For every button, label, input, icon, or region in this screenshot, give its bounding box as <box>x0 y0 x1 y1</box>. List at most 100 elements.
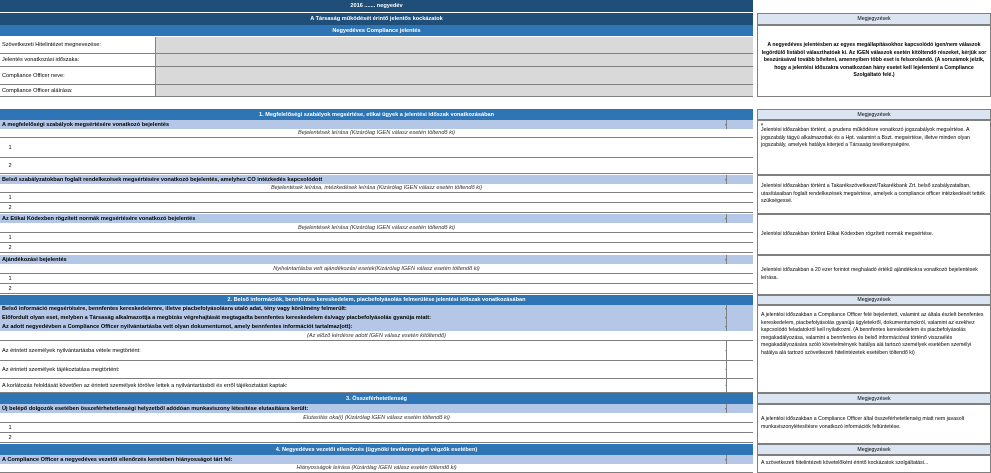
remarks-header-text: Megjegyzések <box>857 16 891 22</box>
row-number: 2 <box>8 162 12 169</box>
row-number: 2 <box>8 204 12 211</box>
section-3-title[interactable]: 3. Összeférhetetlenség <box>0 393 753 404</box>
report-period-field[interactable] <box>155 54 753 66</box>
info-label: Jelentés vonatkozási időszaka: <box>2 57 80 63</box>
answer-select[interactable] <box>726 255 753 264</box>
remarks-header[interactable]: Megjegyzések <box>757 444 991 455</box>
s2-q5[interactable]: Az érintett személyek tájékoztatása megt… <box>0 361 753 379</box>
s3-note[interactable]: Elutasítás oka(i) (Kizárólag IGEN válasz… <box>0 413 753 423</box>
section-3-title-text: 3. Összeférhetetlenség <box>346 395 407 402</box>
answer-select[interactable] <box>726 341 753 360</box>
s2-q4[interactable]: Az érintett személyek nyilvántartásba vé… <box>0 341 753 361</box>
remarks-header[interactable]: Megjegyzések <box>757 109 991 120</box>
s2-q2[interactable]: Előfordult olyan eset, melyben a Társasá… <box>0 313 753 322</box>
s1-c-question[interactable]: Az Etikai Kódexben rögzített normák megs… <box>0 214 753 223</box>
section-2-title-text: 2. Belső információk, bennfentes kereske… <box>227 297 526 303</box>
info-row-officer[interactable]: Compliance Officer neve: <box>0 67 753 85</box>
row-number: 1 <box>8 275 12 282</box>
s1-a-note[interactable]: Bejelentések leírása (Kizárólag IGEN vál… <box>0 129 753 138</box>
remarks-text: A jelentési időszakban a Compliance Offi… <box>761 416 965 430</box>
question-label: Ajándékozási bejelentés <box>2 256 67 263</box>
answer-select[interactable] <box>726 455 753 464</box>
info-row-signature[interactable]: Compliance Officer aláírása: <box>0 85 753 97</box>
question-label: Az adott negyedévben a Compliance Office… <box>2 323 353 330</box>
remarks-text: Jelentési időszakban történt Etikai Kóde… <box>761 230 934 237</box>
remarks-header-text: Megjegyzések <box>857 395 891 402</box>
answer-select[interactable] <box>726 404 753 413</box>
s1-b-row-1[interactable]: 1 <box>0 193 753 203</box>
answer-select[interactable] <box>726 214 753 223</box>
period-header[interactable]: 2016 ....... negyedév <box>0 0 753 12</box>
section-1-title[interactable]: 1. Megfelelőségi szabályok megsértése, e… <box>0 109 753 120</box>
s1-a-row-1[interactable]: 1 <box>0 138 753 158</box>
remarks-s1-a[interactable]: Jelentési időszakban történt, a prudens … <box>757 120 991 175</box>
answer-select[interactable] <box>726 379 753 392</box>
answer-select[interactable] <box>726 175 753 184</box>
s1-d-note[interactable]: Nyilvántartásba vett ajándékozási esetek… <box>0 264 753 274</box>
s2-q6[interactable]: A korlátozás feloldását követően az érin… <box>0 379 753 393</box>
section-2-title[interactable]: 2. Belső információk, bennfentes kereske… <box>0 295 753 305</box>
section-4-title[interactable]: 4. Negyedéves vezetői ellenőrzés (ügynök… <box>0 444 753 455</box>
info-row-institution[interactable]: Szövetkezeti Hitelintézet megnevezése: <box>0 37 753 54</box>
remarks-s1-b[interactable]: Jelentési időszakban történt a Takaréksz… <box>757 175 991 214</box>
answer-select[interactable] <box>726 313 753 322</box>
s1-a-question[interactable]: A megfelelőségi szabályok megsértésére v… <box>0 120 753 129</box>
note-text: Bejelentések leírása, intézkedések leírá… <box>270 185 483 191</box>
s1-b-question[interactable]: Belső szabályzatokban foglalt rendelkezé… <box>0 175 753 184</box>
remarks-header[interactable]: Megjegyzések <box>757 393 991 404</box>
officer-name-field[interactable] <box>155 67 753 84</box>
period-text: 2016 ....... negyedév <box>350 3 403 9</box>
info-label: Szövetkezeti Hitelintézet megnevezése: <box>2 42 101 48</box>
answer-select[interactable] <box>726 361 753 378</box>
s1-c-row-1[interactable]: 1 <box>0 233 753 243</box>
note-text: (Az előző kérdésre adott IGEN válasz ese… <box>307 332 446 339</box>
remarks-text: A szövetkezeti hitelintézeti követelőkén… <box>761 460 929 466</box>
report-subtitle[interactable]: Negyedéves Compliance jelentés <box>0 25 753 36</box>
question-label: Az érintett személyek tájékoztatása megt… <box>2 366 120 373</box>
note-text: Nyilvántartásba vett ajándékozási esetek… <box>273 265 480 272</box>
remarks-s4[interactable]: A szövetkezeti hitelintézeti követelőkén… <box>757 455 991 473</box>
answer-select[interactable] <box>726 322 753 331</box>
dropdown-arrow-icon[interactable]: ▾ <box>758 120 766 129</box>
s1-d-question[interactable]: Ajándékozási bejelentés - <box>0 255 753 264</box>
s2-q3[interactable]: Az adott negyedévben a Compliance Office… <box>0 322 753 331</box>
question-label: A megfelelőségi szabályok megsértésére v… <box>2 121 170 128</box>
officer-signature-field[interactable] <box>155 85 753 96</box>
s4-question[interactable]: A Compliance Officer a negyedéves vezető… <box>0 455 753 464</box>
remarks-header-text: Megjegyzések <box>857 297 891 303</box>
row-number: 1 <box>8 424 12 431</box>
s1-b-note[interactable]: Bejelentések leírása, intézkedések leírá… <box>0 184 753 193</box>
remarks-s3[interactable]: A jelentési időszakban a Compliance Offi… <box>757 404 991 444</box>
remarks-header-text: Megjegyzések <box>857 111 891 118</box>
remarks-s1-d[interactable]: Jelentési időszakban a 20 ezer forintot … <box>757 255 991 295</box>
note-text: Elutasítás oka(i) (Kizárólag IGEN válasz… <box>303 414 450 421</box>
remarks-text: Jelentési időszakban a 20 ezer forintot … <box>761 267 978 281</box>
info-row-period[interactable]: Jelentés vonatkozási időszaka: <box>0 54 753 67</box>
remarks-s2[interactable]: A jelentési időszakban a Compliance Offi… <box>757 305 991 393</box>
s1-c-row-2[interactable]: 2 <box>0 243 753 253</box>
s3-question[interactable]: Új belépő dolgozók esetében összeférhete… <box>0 404 753 413</box>
question-label: Az érintett személyek nyilvántartásba vé… <box>2 347 141 354</box>
remarks-s1-c[interactable]: Jelentési időszakban történt Etikai Kóde… <box>757 214 991 255</box>
s1-d-row-2[interactable]: 2 <box>0 284 753 294</box>
s3-row-1[interactable]: 1 <box>0 423 753 433</box>
institution-name-field[interactable] <box>155 37 753 53</box>
remarks-text: A jelentési időszakban a Compliance Offi… <box>761 312 984 356</box>
s4-note[interactable]: Hiányosságok leírása (Kizárólag IGEN vál… <box>0 464 753 473</box>
remarks-header-text: Megjegyzések <box>857 446 891 453</box>
remarks-header[interactable]: Megjegyzések <box>757 295 991 305</box>
section-4-title-text: 4. Negyedéves vezetői ellenőrzés (ügynök… <box>275 446 478 453</box>
report-title[interactable]: A Társaság működését érintő jelentős koc… <box>0 13 753 25</box>
s1-a-row-2[interactable]: 2 <box>0 158 753 174</box>
remarks-header[interactable]: Megjegyzések <box>757 13 991 25</box>
s1-c-note[interactable]: Bejelentések leírása (Kizárólag IGEN vál… <box>0 223 753 233</box>
question-label: Belső információ megsértésére, bennfente… <box>2 306 347 312</box>
s1-d-row-1[interactable]: 1 <box>0 274 753 284</box>
s3-row-2[interactable]: 2 <box>0 433 753 443</box>
answer-select[interactable] <box>726 305 753 313</box>
s2-q1[interactable]: Belső információ megsértésére, bennfente… <box>0 305 753 313</box>
s2-q3-note[interactable]: (Az előző kérdésre adott IGEN válasz ese… <box>0 331 753 341</box>
answer-select[interactable] <box>726 120 753 129</box>
s1-b-row-2[interactable]: 2 <box>0 203 753 213</box>
remarks-intro[interactable]: A negyedéves jelentésben az egyes megáll… <box>757 25 991 97</box>
